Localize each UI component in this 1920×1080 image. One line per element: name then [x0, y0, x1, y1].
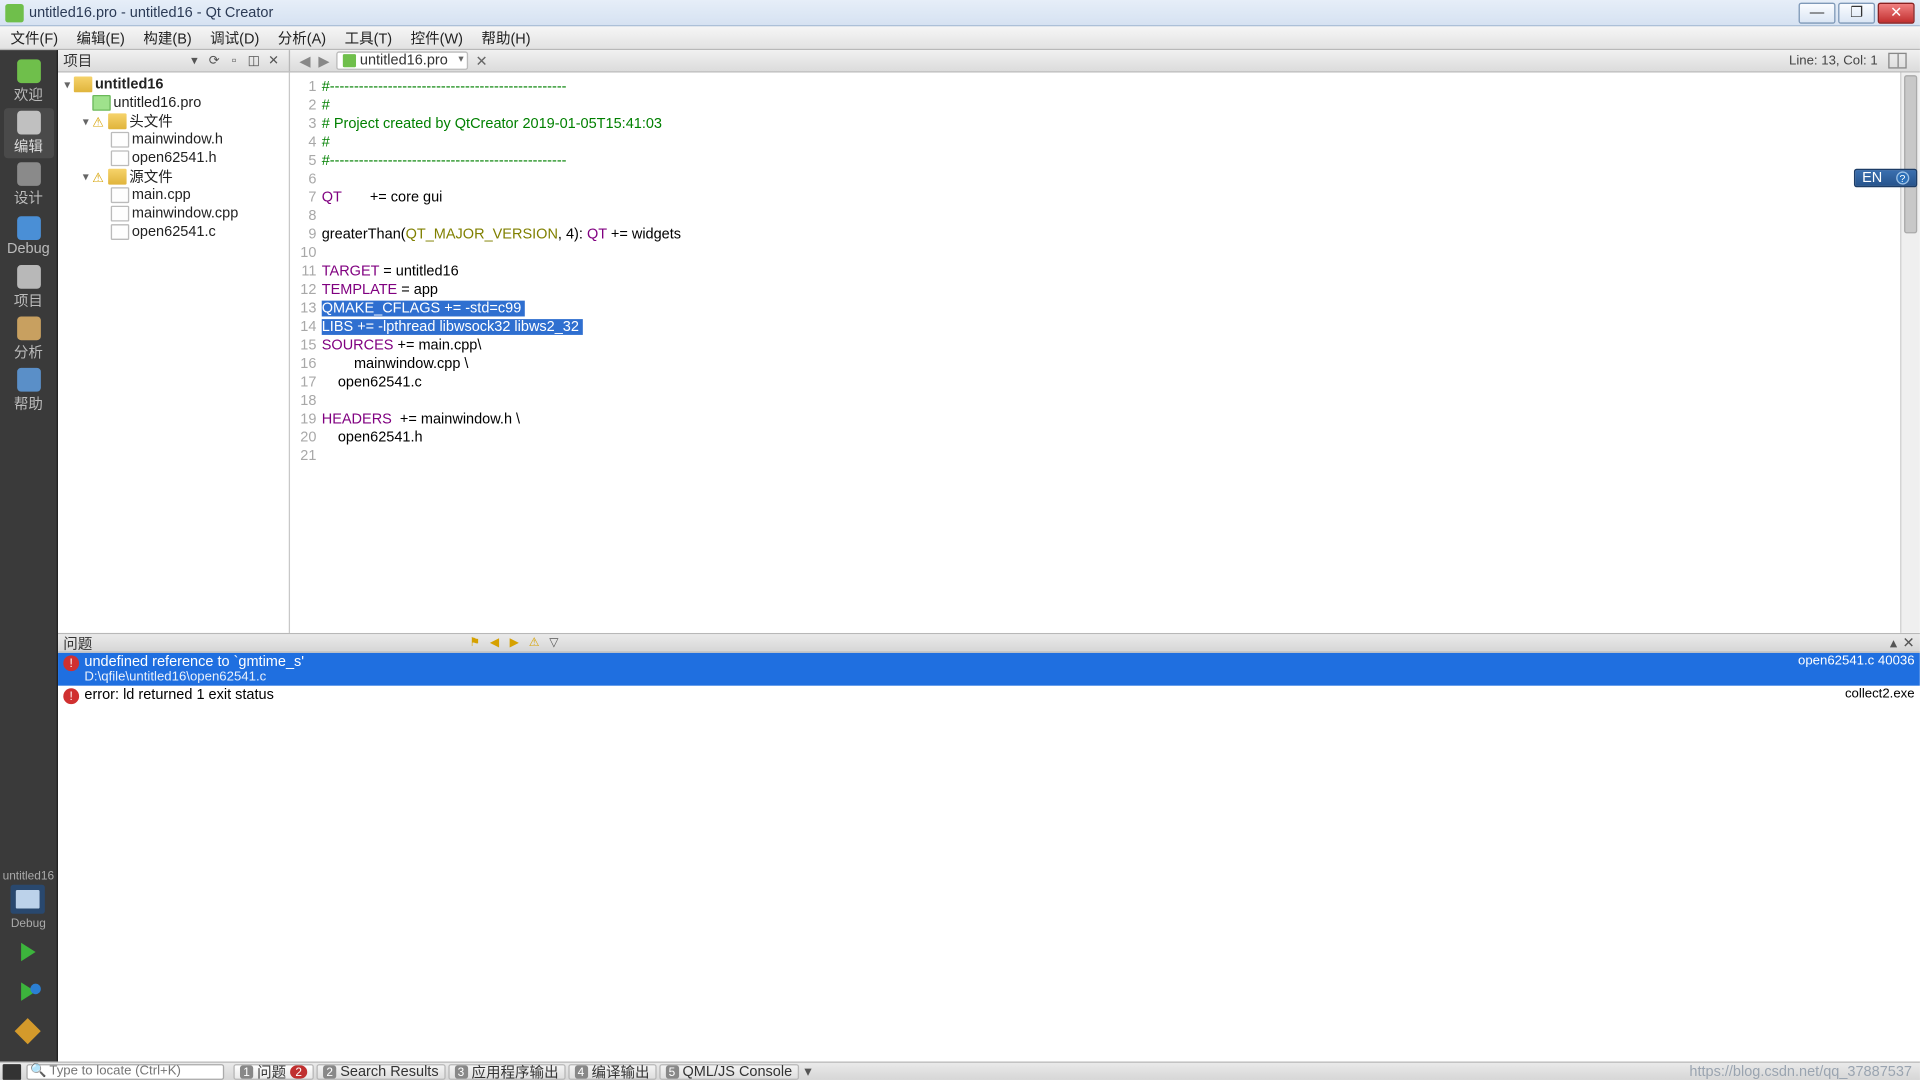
filter-clear-icon[interactable]: ⚑ [467, 635, 483, 651]
minimize-button[interactable]: — [1799, 2, 1836, 23]
code-editor[interactable]: 123456789101112131415161718192021 #-----… [290, 73, 1920, 633]
ime-help-icon[interactable]: ? [1896, 171, 1909, 184]
sync-icon[interactable]: ⟳ [206, 52, 223, 69]
locator[interactable]: 🔍 [26, 1063, 224, 1079]
file-breadcrumb[interactable]: untitled16.pro [336, 51, 467, 69]
mode-strip: 欢迎编辑设计Debug项目分析帮助 untitled16 Debug [0, 50, 58, 1061]
close-file-icon[interactable]: ✕ [470, 52, 493, 69]
mode-设计[interactable]: 设计 [3, 160, 53, 210]
kit-config: Debug [11, 916, 46, 929]
cursor-position: Line: 13, Col: 1 [1781, 53, 1886, 68]
tree-item[interactable]: open62541.h [58, 149, 289, 167]
menu-item[interactable]: 工具(T) [339, 26, 397, 50]
editor-split-icon[interactable] [1888, 53, 1906, 69]
filter-funnel-icon[interactable]: ▽ [546, 635, 562, 651]
menu-item[interactable]: 控件(W) [405, 26, 468, 50]
ime-indicator[interactable]: EN ? [1854, 169, 1917, 187]
tree-item[interactable]: open62541.c [58, 223, 289, 241]
toggle-sidebar-button[interactable] [3, 1063, 21, 1079]
filter-icon[interactable]: ▾ [186, 52, 203, 69]
tree-item[interactable]: ▾untitled16 [58, 75, 289, 93]
issue-row[interactable]: !undefined reference to `gmtime_s'D:\qfi… [58, 653, 1920, 686]
menu-item[interactable]: 编辑(E) [71, 26, 130, 50]
issues-pane: 问题 ⚑ ◀ ▶ ⚠ ▽ ▴ ✕ !undefined reference to… [58, 633, 1920, 1062]
mode-分析[interactable]: 分析 [3, 314, 53, 364]
output-tab[interactable]: 2Search Results [316, 1063, 445, 1079]
run-button[interactable] [21, 943, 36, 961]
menu-item[interactable]: 分析(A) [273, 26, 332, 50]
maximize-button[interactable]: ❐ [1838, 2, 1875, 23]
kit-selector[interactable] [11, 885, 45, 914]
filter-warn-icon[interactable]: ⚠ [526, 635, 542, 651]
issues-next-icon[interactable]: ▶ [506, 635, 522, 651]
tree-item[interactable]: mainwindow.cpp [58, 204, 289, 222]
menu-item[interactable]: 帮助(H) [476, 26, 536, 50]
status-bar: 🔍 1问题22Search Results3应用程序输出4编译输出5QML/JS… [0, 1061, 1920, 1079]
mode-欢迎[interactable]: 欢迎 [3, 57, 53, 107]
tree-item[interactable]: ▾源文件 [58, 167, 289, 185]
add-icon[interactable]: ▫ [225, 52, 242, 69]
output-tab[interactable]: 5QML/JS Console [659, 1063, 799, 1079]
issue-row[interactable]: !error: ld returned 1 exit statuscollect… [58, 686, 1920, 706]
menu-bar: 文件(F) 编辑(E) 构建(B) 调试(D) 分析(A) 工具(T) 控件(W) 帮助(H) [0, 26, 1920, 50]
output-tab[interactable]: 4编译输出 [568, 1063, 656, 1079]
projects-header: 项目 [63, 50, 184, 71]
debug-run-button[interactable] [21, 982, 36, 1000]
window-title: untitled16.pro - untitled16 - Qt Creator [29, 5, 273, 21]
output-tab[interactable]: 3应用程序输出 [448, 1063, 565, 1079]
app-icon [5, 3, 23, 21]
issues-close-icon[interactable]: ✕ [1902, 634, 1914, 651]
issues-title: 问题 [63, 632, 92, 653]
menu-item[interactable]: 构建(B) [138, 26, 197, 50]
tree-item[interactable]: main.cpp [58, 186, 289, 204]
nav-back-icon[interactable]: ◀ [295, 52, 314, 69]
output-tab[interactable]: 1问题2 [233, 1063, 313, 1079]
tree-item[interactable]: ▾头文件 [58, 112, 289, 130]
build-button[interactable] [15, 1018, 41, 1044]
locator-input[interactable] [49, 1064, 220, 1079]
mode-编辑[interactable]: 编辑 [3, 108, 53, 158]
menu-item[interactable]: 调试(D) [205, 26, 265, 50]
output-more-icon[interactable]: ▾ [800, 1063, 816, 1080]
kit-label: untitled16 [3, 869, 54, 882]
watermark: https://blog.csdn.net/qq_37887537 [1689, 1063, 1917, 1079]
nav-fwd-icon[interactable]: ▶ [314, 52, 333, 69]
mode-项目[interactable]: 项目 [3, 262, 53, 312]
project-tree[interactable]: ▾untitled16untitled16.pro▾头文件mainwindow.… [58, 73, 290, 633]
close-pane-icon[interactable]: ✕ [265, 52, 282, 69]
search-icon: 🔍 [30, 1064, 46, 1079]
issues-min-icon[interactable]: ▴ [1890, 634, 1897, 651]
top-toolbar: 项目 ▾ ⟳ ▫ ◫ ✕ ◀ ▶ untitled16.pro ✕ Line: … [58, 50, 1920, 72]
editor-scrollbar[interactable] [1900, 73, 1920, 633]
close-button[interactable]: ✕ [1878, 2, 1915, 23]
mode-Debug[interactable]: Debug [3, 211, 53, 261]
tree-item[interactable]: mainwindow.h [58, 131, 289, 149]
issues-prev-icon[interactable]: ◀ [487, 635, 503, 651]
split-icon[interactable]: ◫ [245, 52, 262, 69]
menu-item[interactable]: 文件(F) [5, 26, 63, 50]
mode-帮助[interactable]: 帮助 [3, 365, 53, 415]
tree-item[interactable]: untitled16.pro [58, 94, 289, 112]
ime-lang: EN [1862, 170, 1882, 186]
title-bar: untitled16.pro - untitled16 - Qt Creator… [0, 0, 1920, 26]
